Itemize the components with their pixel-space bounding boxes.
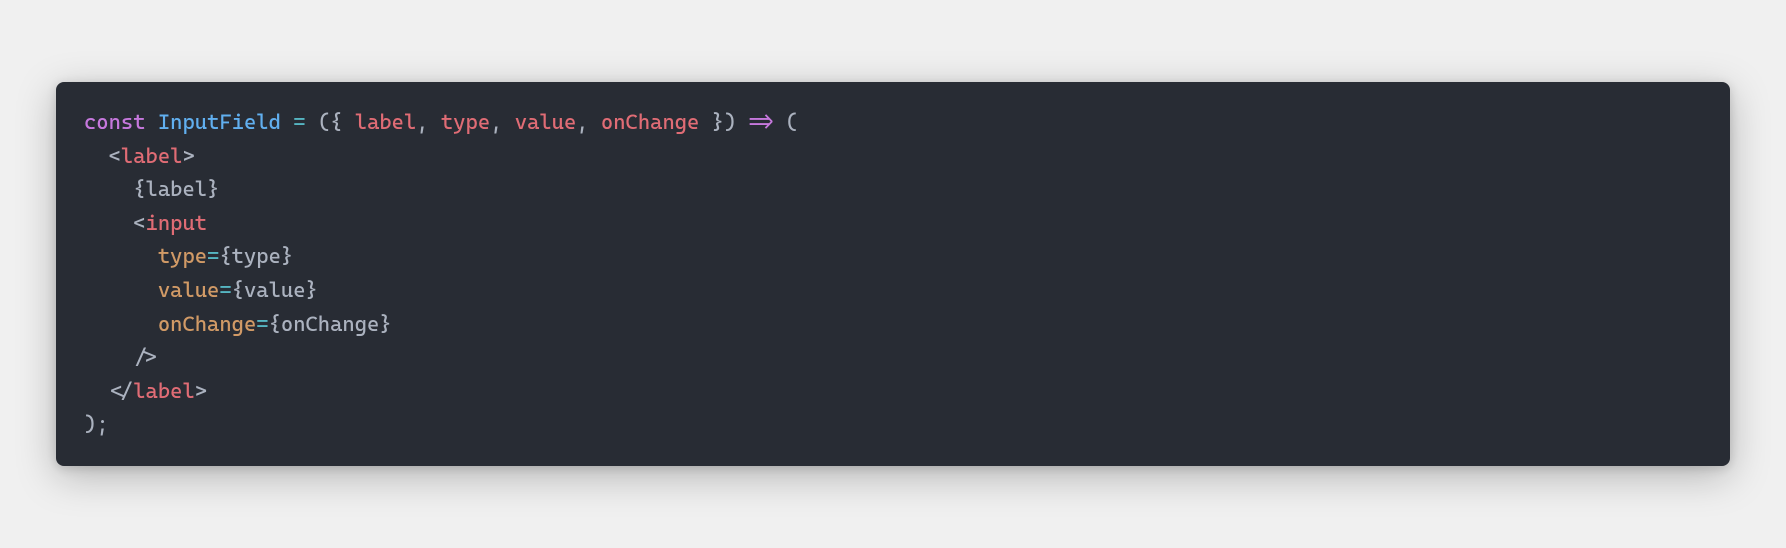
code-block[interactable]: const InputField = ({ label, type, value…	[56, 82, 1730, 466]
param-type: type	[441, 110, 490, 134]
code-line: />	[84, 345, 158, 369]
code-line: value={value}	[84, 278, 318, 302]
code-line: type={type}	[84, 244, 293, 268]
param-onchange: onChange	[601, 110, 699, 134]
keyword-const: const	[84, 110, 146, 134]
code-line: const InputField = ({ label, type, value…	[84, 110, 798, 134]
jsx-attr-onchange: onChange	[158, 312, 256, 336]
code-line: );	[84, 412, 109, 436]
code-line: <label>	[84, 144, 195, 168]
param-label: label	[355, 110, 417, 134]
identifier-class: InputField	[158, 110, 281, 134]
code-line: {label}	[84, 177, 219, 201]
jsx-tag-label-close: label	[133, 379, 195, 403]
jsx-tag-label: label	[121, 144, 183, 168]
param-value: value	[515, 110, 577, 134]
arrow-operator: =>	[749, 110, 774, 134]
jsx-expr: label	[146, 177, 208, 201]
jsx-tag-input: input	[146, 211, 208, 235]
code-line: </label>	[84, 379, 207, 403]
code-line: onChange={onChange}	[84, 312, 392, 336]
code-line: <input	[84, 211, 207, 235]
jsx-attr-value: value	[158, 278, 220, 302]
jsx-attr-type: type	[158, 244, 207, 268]
operator-eq: =	[293, 110, 305, 134]
